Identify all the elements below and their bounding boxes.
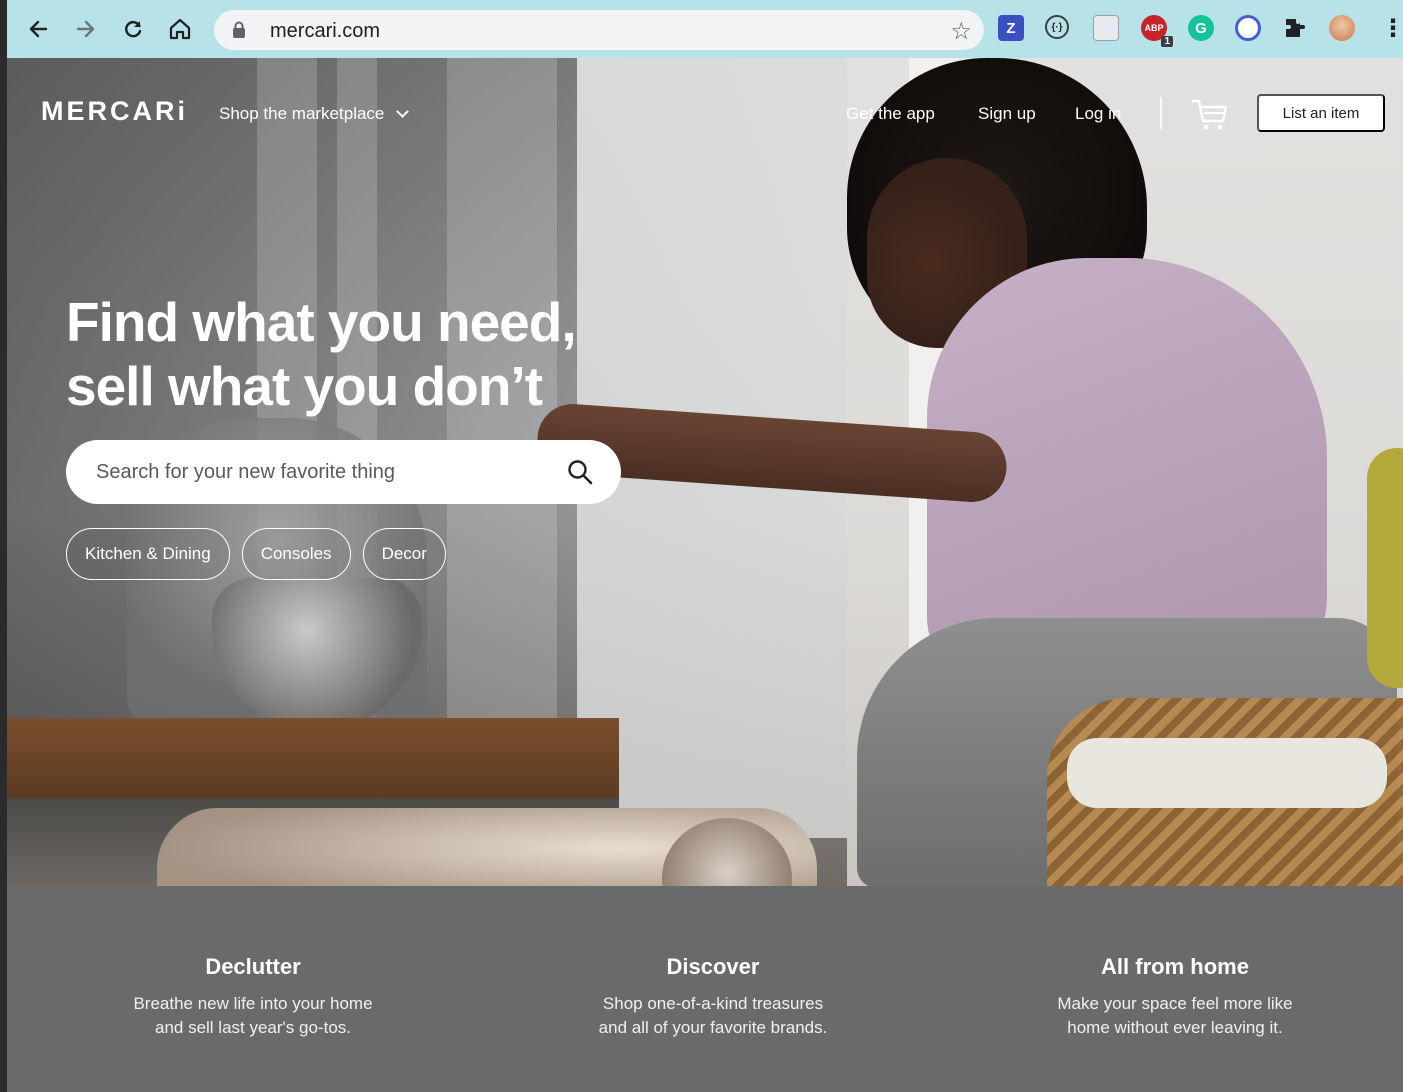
hero-headline: Find what you need, sell what you don’t [66, 290, 577, 418]
forward-icon[interactable] [71, 14, 101, 44]
search-icon[interactable] [567, 459, 593, 485]
feature-text: home without ever leaving it. [1067, 1018, 1283, 1037]
adblock-badge: 1 [1161, 36, 1173, 47]
url-text: mercari.com [270, 20, 381, 42]
home-icon[interactable] [165, 14, 195, 44]
back-icon[interactable] [23, 14, 53, 44]
hero-plant [1367, 448, 1403, 688]
chevron-down-icon [396, 105, 410, 118]
feature-text: and sell last year's go-tos. [154, 1018, 351, 1037]
hero-headline-line-1: Find what you need, [66, 291, 577, 353]
category-chips: Kitchen & Dining Consoles Decor [66, 528, 446, 580]
search-input[interactable] [96, 458, 556, 486]
sign-up-link[interactable]: Sign up [978, 104, 1036, 124]
browser-toolbar: mercari.com ☆ Z {·} ABP 1 G ⋮ [7, 0, 1403, 58]
feature-declutter: Declutter Breathe new life into your hom… [73, 954, 433, 1040]
value-props-section: Declutter Breathe new life into your hom… [7, 886, 1403, 1092]
privacy-extension-icon[interactable] [1235, 15, 1261, 41]
feature-all-from-home: All from home Make your space feel more … [995, 954, 1355, 1040]
cart-icon[interactable] [1191, 98, 1229, 132]
chip-kitchen-dining[interactable]: Kitchen & Dining [66, 528, 230, 580]
feature-text: Make your space feel more like [1057, 994, 1293, 1013]
feature-text: Breathe new life into your home [133, 994, 373, 1013]
chip-consoles[interactable]: Consoles [241, 528, 351, 580]
mercari-logo[interactable]: MERCARi [41, 96, 188, 127]
reload-icon[interactable] [118, 14, 148, 44]
menu-kebab-icon[interactable]: ⋮ [1380, 15, 1403, 42]
hero-headline-line-2: sell what you don’t [66, 355, 543, 417]
search-bar [66, 440, 621, 504]
profile-avatar[interactable] [1329, 15, 1355, 41]
hero-chair-cushion [1067, 738, 1387, 808]
shop-marketplace-menu[interactable]: Shop the marketplace [219, 104, 410, 124]
bookmark-star-icon[interactable]: ☆ [950, 17, 972, 46]
z-extension-icon[interactable]: Z [998, 15, 1024, 41]
feature-title: Discover [666, 954, 760, 979]
feature-discover: Discover Shop one-of-a-kind treasures and… [533, 954, 893, 1040]
feature-text: and all of your favorite brands. [598, 1018, 828, 1037]
nav-divider [1160, 97, 1162, 129]
code-extension-icon[interactable]: {·} [1045, 15, 1069, 39]
lock-icon [233, 21, 245, 38]
adblock-extension-icon[interactable]: ABP 1 [1141, 15, 1173, 47]
hero-table [7, 718, 619, 798]
extensions-puzzle-icon[interactable] [1282, 15, 1308, 41]
feature-title: All from home [1101, 954, 1249, 979]
list-an-item-button[interactable]: List an item [1257, 94, 1385, 132]
feature-text: Shop one-of-a-kind treasures [602, 994, 824, 1013]
address-bar[interactable]: mercari.com ☆ [214, 10, 984, 50]
grammarly-extension-icon[interactable]: G [1188, 15, 1214, 41]
shop-marketplace-label: Shop the marketplace [219, 104, 385, 123]
notes-extension-icon[interactable] [1093, 15, 1119, 41]
feature-title: Declutter [205, 954, 301, 979]
log-in-link[interactable]: Log in [1075, 104, 1121, 124]
site-header: MERCARi Shop the marketplace Get the app… [7, 58, 1403, 168]
chip-decor[interactable]: Decor [362, 528, 446, 580]
get-the-app-link[interactable]: Get the app [846, 104, 935, 124]
